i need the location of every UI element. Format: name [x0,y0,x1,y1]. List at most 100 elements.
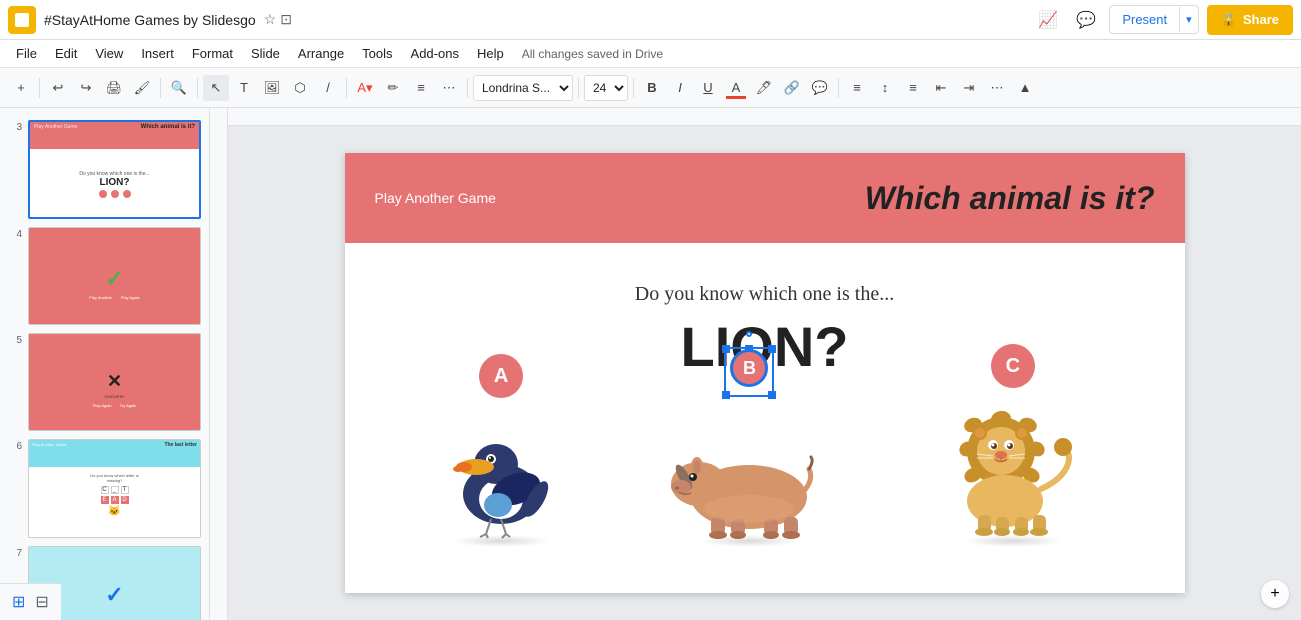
thumb-img-6: Play Another Game The last letter Do you… [29,440,200,536]
slide-header-right-text: Which animal is it? [865,180,1155,217]
indent-less-button[interactable]: ⇤ [928,75,954,101]
grid-view-button[interactable]: ⊞ [10,590,27,614]
handle-tl [722,345,730,353]
add-button[interactable]: + [8,75,34,101]
present-dropdown-arrow[interactable]: ▾ [1179,7,1198,32]
menu-arrange[interactable]: Arrange [290,42,352,65]
zoom-fit-button[interactable]: + [1261,580,1289,608]
underline-button[interactable]: U [695,75,721,101]
thumb-animals-3 [99,190,131,198]
thumb-animal-c [123,190,131,198]
present-main-button[interactable]: Present [1110,6,1179,33]
share-button[interactable]: 🔒 Share [1207,5,1293,35]
slide-num-5: 5 [8,333,22,346]
bold-button[interactable]: B [639,75,665,101]
list-view-button[interactable]: ⊟ [33,590,50,614]
ruler-horizontal [210,108,1301,126]
thumb-content-3: Do you know which one is the... LION? [30,149,199,217]
collapse-toolbar-button[interactable]: ▲ [1012,75,1038,101]
slide-body: Do you know which one is the... LION? A [345,243,1185,593]
divider-1 [39,78,40,98]
rhino-svg [669,409,829,539]
menu-format[interactable]: Format [184,42,241,65]
comment-button[interactable]: 💬 [807,75,833,101]
image-tool-button[interactable]: 🖼 [259,75,285,101]
slide-preview-3[interactable]: Play Another Game Which animal is it? Do… [28,120,201,219]
present-button-group[interactable]: Present ▾ [1109,5,1198,34]
indent-more-button[interactable]: ⇥ [956,75,982,101]
align-button[interactable]: ≡ [844,75,870,101]
fill-color-button[interactable]: A▾ [352,75,378,101]
zoom-button[interactable]: 🔍 [166,75,192,101]
thumb-header-3: Play Another Game Which animal is it? [30,122,199,149]
comments-icon[interactable]: 💬 [1071,5,1101,35]
toucan-shadow [451,535,551,547]
doc-title: #StayAtHome Games by Slidesgo [44,12,256,28]
menu-file[interactable]: File [8,42,45,65]
text-tool-button[interactable]: T [231,75,257,101]
thumb-letter-t: T [121,486,129,494]
slide-thumb-5[interactable]: 5 ✕ OOOOPS!! Play Again Try Again [0,329,209,435]
divider-8 [838,78,839,98]
option-c[interactable]: C [933,399,1093,547]
selection-box-b: B [724,347,774,397]
thumb-img-4: ✓ Play Another Play Again [29,228,200,324]
undo-button[interactable]: ↩ [45,75,71,101]
font-size-select[interactable]: 24 [584,75,628,101]
border-weight-button[interactable]: ≡ [408,75,434,101]
menu-addons[interactable]: Add-ons [403,42,467,65]
paint-format-button[interactable]: 🖌 [129,75,155,101]
line-spacing-button[interactable]: ↕ [872,75,898,101]
slide-thumb-6[interactable]: 6 Play Another Game The last letter Do y… [0,435,209,541]
more-options-button[interactable]: ⋯ [984,75,1010,101]
thumb-answer-d: D [121,496,129,504]
slide-header: Play Another Game Which animal is it? [345,153,1185,243]
font-name-select[interactable]: Londrina S... [473,75,573,101]
border-dash-button[interactable]: ⋯ [436,75,462,101]
menu-edit[interactable]: Edit [47,42,85,65]
option-a-label: A [479,354,523,398]
handle-tr [768,345,776,353]
slide-preview-6[interactable]: Play Another Game The last letter Do you… [28,439,201,537]
option-a[interactable]: A [436,409,566,547]
redo-button[interactable]: ↪ [73,75,99,101]
menu-slide[interactable]: Slide [243,42,288,65]
autosave-status: All changes saved in Drive [522,47,663,61]
bullet-list-button[interactable]: ≡ [900,75,926,101]
line-tool-button[interactable]: / [315,75,341,101]
menu-tools[interactable]: Tools [354,42,400,65]
highlight-button[interactable]: 🖊 [751,75,777,101]
slide-num-7: 7 [8,546,22,559]
slide-thumb-3[interactable]: 3 Play Another Game Which animal is it? … [0,116,209,223]
slide-preview-4[interactable]: ✓ Play Another Play Again [28,227,201,325]
option-b[interactable]: B [669,409,829,547]
option-b-label: B [730,349,768,387]
print-button[interactable]: 🖨 [101,75,127,101]
divider-4 [346,78,347,98]
slide-num-6: 6 [8,439,22,452]
slide-preview-5[interactable]: ✕ OOOOPS!! Play Again Try Again [28,333,201,431]
analytics-icon[interactable]: 📈 [1033,5,1063,35]
divider-7 [633,78,634,98]
divider-3 [197,78,198,98]
link-button[interactable]: 🔗 [779,75,805,101]
slide-question: Do you know which one is the... [635,283,894,306]
menu-help[interactable]: Help [469,42,512,65]
slide-num-4: 4 [8,227,22,240]
star-icon[interactable]: ☆ [264,11,277,28]
menu-insert[interactable]: Insert [133,42,182,65]
shapes-tool-button[interactable]: ⬡ [287,75,313,101]
border-color-button[interactable]: ✏ [380,75,406,101]
lock-icon: 🔒 [1221,12,1237,28]
slide-thumb-4[interactable]: 4 ✓ Play Another Play Again [0,223,209,329]
slide-canvas[interactable]: Play Another Game Which animal is it? Do… [345,153,1185,593]
rotate-handle[interactable] [746,331,752,337]
italic-button[interactable]: I [667,75,693,101]
lion-svg [933,399,1093,539]
menu-view[interactable]: View [87,42,131,65]
folder-icon[interactable]: ⊡ [280,11,292,28]
text-color-button[interactable]: A [723,75,749,101]
menu-bar: File Edit View Insert Format Slide Arran… [0,40,1301,68]
canvas-area: Play Another Game Which animal is it? Do… [210,108,1301,620]
cursor-tool-button[interactable]: ↖ [203,75,229,101]
